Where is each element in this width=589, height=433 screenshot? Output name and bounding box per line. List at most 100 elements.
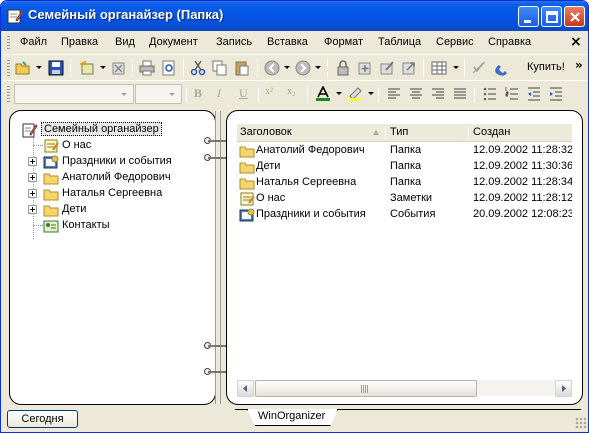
- menubar-grip[interactable]: [7, 36, 10, 50]
- bullet-list-button[interactable]: [480, 84, 500, 104]
- open-button[interactable]: [13, 58, 33, 78]
- spell-check-button[interactable]: [469, 58, 489, 78]
- cell-created: 12.09.2002 11:28:32: [473, 144, 572, 156]
- cell-title: Дети: [256, 160, 281, 172]
- print-button[interactable]: [137, 58, 157, 78]
- bold-button[interactable]: B: [194, 86, 202, 101]
- back-button[interactable]: [262, 58, 282, 78]
- tab-winorganizer[interactable]: WinOrganizer: [247, 409, 338, 426]
- resize-grip[interactable]: [575, 417, 587, 429]
- folder-icon: [43, 202, 59, 218]
- style-combo[interactable]: [14, 84, 134, 104]
- menu-view[interactable]: Вид: [115, 36, 135, 48]
- chevron-down-icon[interactable]: [165, 86, 180, 102]
- font-size-combo[interactable]: [135, 84, 182, 104]
- highlight-dropdown-icon[interactable]: [368, 92, 374, 95]
- forward-dropdown-icon[interactable]: [315, 66, 321, 69]
- tree-root-label: Семейный органайзер: [41, 122, 162, 136]
- superscript-button[interactable]: x²: [265, 86, 273, 97]
- column-header-title[interactable]: Заголовок: [237, 124, 385, 142]
- events-icon: [43, 154, 59, 170]
- close-button[interactable]: [564, 6, 585, 27]
- outdent-button[interactable]: [524, 84, 544, 104]
- menu-file[interactable]: Файл: [20, 36, 47, 48]
- table-row[interactable]: Наталья Сергеевна Папка 12.09.2002 11:28…: [237, 175, 572, 191]
- menu-service[interactable]: Сервис: [436, 36, 474, 48]
- italic-button[interactable]: I: [217, 86, 221, 101]
- sort-ascending-icon: [373, 130, 379, 135]
- column-header-type[interactable]: Тип: [387, 124, 467, 142]
- menu-format[interactable]: Формат: [324, 36, 363, 48]
- copy-button[interactable]: [210, 58, 230, 78]
- justify-button[interactable]: [450, 84, 470, 104]
- delete-button[interactable]: [109, 58, 129, 78]
- scroll-right-button[interactable]: [555, 380, 572, 397]
- align-center-button[interactable]: [406, 84, 426, 104]
- column-header-created[interactable]: Создан: [470, 124, 572, 142]
- edit-button[interactable]: [377, 58, 397, 78]
- folder-icon: [43, 186, 59, 202]
- new-record-button[interactable]: [77, 58, 97, 78]
- new-dropdown-icon[interactable]: [100, 66, 106, 69]
- add-button[interactable]: [355, 58, 375, 78]
- numbered-list-button[interactable]: [502, 84, 522, 104]
- expand-icon[interactable]: [28, 205, 37, 214]
- table-row[interactable]: Дети Папка 12.09.2002 11:30:36: [237, 159, 572, 175]
- expand-icon[interactable]: [28, 173, 37, 182]
- toolbar-grip[interactable]: [7, 60, 10, 76]
- horizontal-scrollbar[interactable]: [237, 379, 572, 397]
- cell-title: Анатолий Федорович: [256, 144, 365, 156]
- tree-line: [33, 137, 34, 239]
- scroll-left-button[interactable]: [237, 380, 254, 397]
- forward-button[interactable]: [293, 58, 313, 78]
- underline-button[interactable]: U: [239, 86, 248, 101]
- menu-record[interactable]: Запись: [216, 36, 252, 48]
- print-preview-button[interactable]: [159, 58, 179, 78]
- chevron-down-icon[interactable]: [117, 86, 132, 102]
- toolbar-overflow-icon[interactable]: »: [575, 58, 583, 72]
- indent-button[interactable]: [546, 84, 566, 104]
- menu-table[interactable]: Таблица: [378, 36, 421, 48]
- scroll-thumb[interactable]: [255, 380, 477, 397]
- minimize-button[interactable]: [518, 6, 539, 27]
- table-dropdown-icon[interactable]: [453, 66, 459, 69]
- cut-button[interactable]: [188, 58, 208, 78]
- expand-icon[interactable]: [28, 157, 37, 166]
- maximize-button[interactable]: [541, 6, 562, 27]
- mdi-close-icon[interactable]: ×: [570, 34, 582, 50]
- formatting-toolbar: B I U x² x₂: [3, 80, 587, 106]
- table-row[interactable]: Праздники и события События 20.09.2002 1…: [237, 207, 572, 223]
- menu-edit[interactable]: Правка: [61, 36, 98, 48]
- expand-icon[interactable]: [28, 189, 37, 198]
- paste-button[interactable]: [232, 58, 252, 78]
- cell-type: Заметки: [390, 192, 433, 204]
- title-bar[interactable]: Семейный органайзер (Папка): [1, 1, 588, 31]
- align-left-button[interactable]: [384, 84, 404, 104]
- table-row[interactable]: Анатолий Федорович Папка 12.09.2002 11:2…: [237, 143, 572, 159]
- save-button[interactable]: [46, 58, 66, 78]
- folder-icon: [239, 175, 255, 191]
- menu-insert[interactable]: Вставка: [267, 36, 308, 48]
- table-row[interactable]: О нас Заметки 12.09.2002 11:28:12: [237, 191, 572, 207]
- font-color-dropdown-icon[interactable]: [336, 92, 342, 95]
- lock-button[interactable]: [333, 58, 353, 78]
- column-resizer[interactable]: [385, 127, 386, 140]
- dial-phone-button[interactable]: [491, 58, 511, 78]
- align-right-button[interactable]: [428, 84, 448, 104]
- tree-item-label: О нас: [62, 139, 92, 151]
- subscript-button[interactable]: x₂: [287, 86, 296, 97]
- menu-help[interactable]: Справка: [488, 36, 531, 48]
- open-dropdown-icon[interactable]: [36, 66, 42, 69]
- font-color-button[interactable]: [313, 84, 333, 104]
- export-button[interactable]: [399, 58, 419, 78]
- folder-tree[interactable]: Семейный органайзер О нас Праздники и со…: [9, 110, 216, 405]
- buy-button[interactable]: Купить!: [527, 61, 565, 73]
- column-resizer[interactable]: [468, 127, 469, 140]
- table-button[interactable]: [429, 58, 449, 78]
- back-dropdown-icon[interactable]: [284, 66, 290, 69]
- records-list[interactable]: Заголовок Тип Создан Анатолий Федорович …: [226, 110, 583, 405]
- toolbar-grip[interactable]: [7, 86, 10, 102]
- highlight-button[interactable]: [345, 84, 365, 104]
- today-button[interactable]: Сегодня: [7, 410, 78, 428]
- menu-document[interactable]: Документ: [149, 36, 198, 48]
